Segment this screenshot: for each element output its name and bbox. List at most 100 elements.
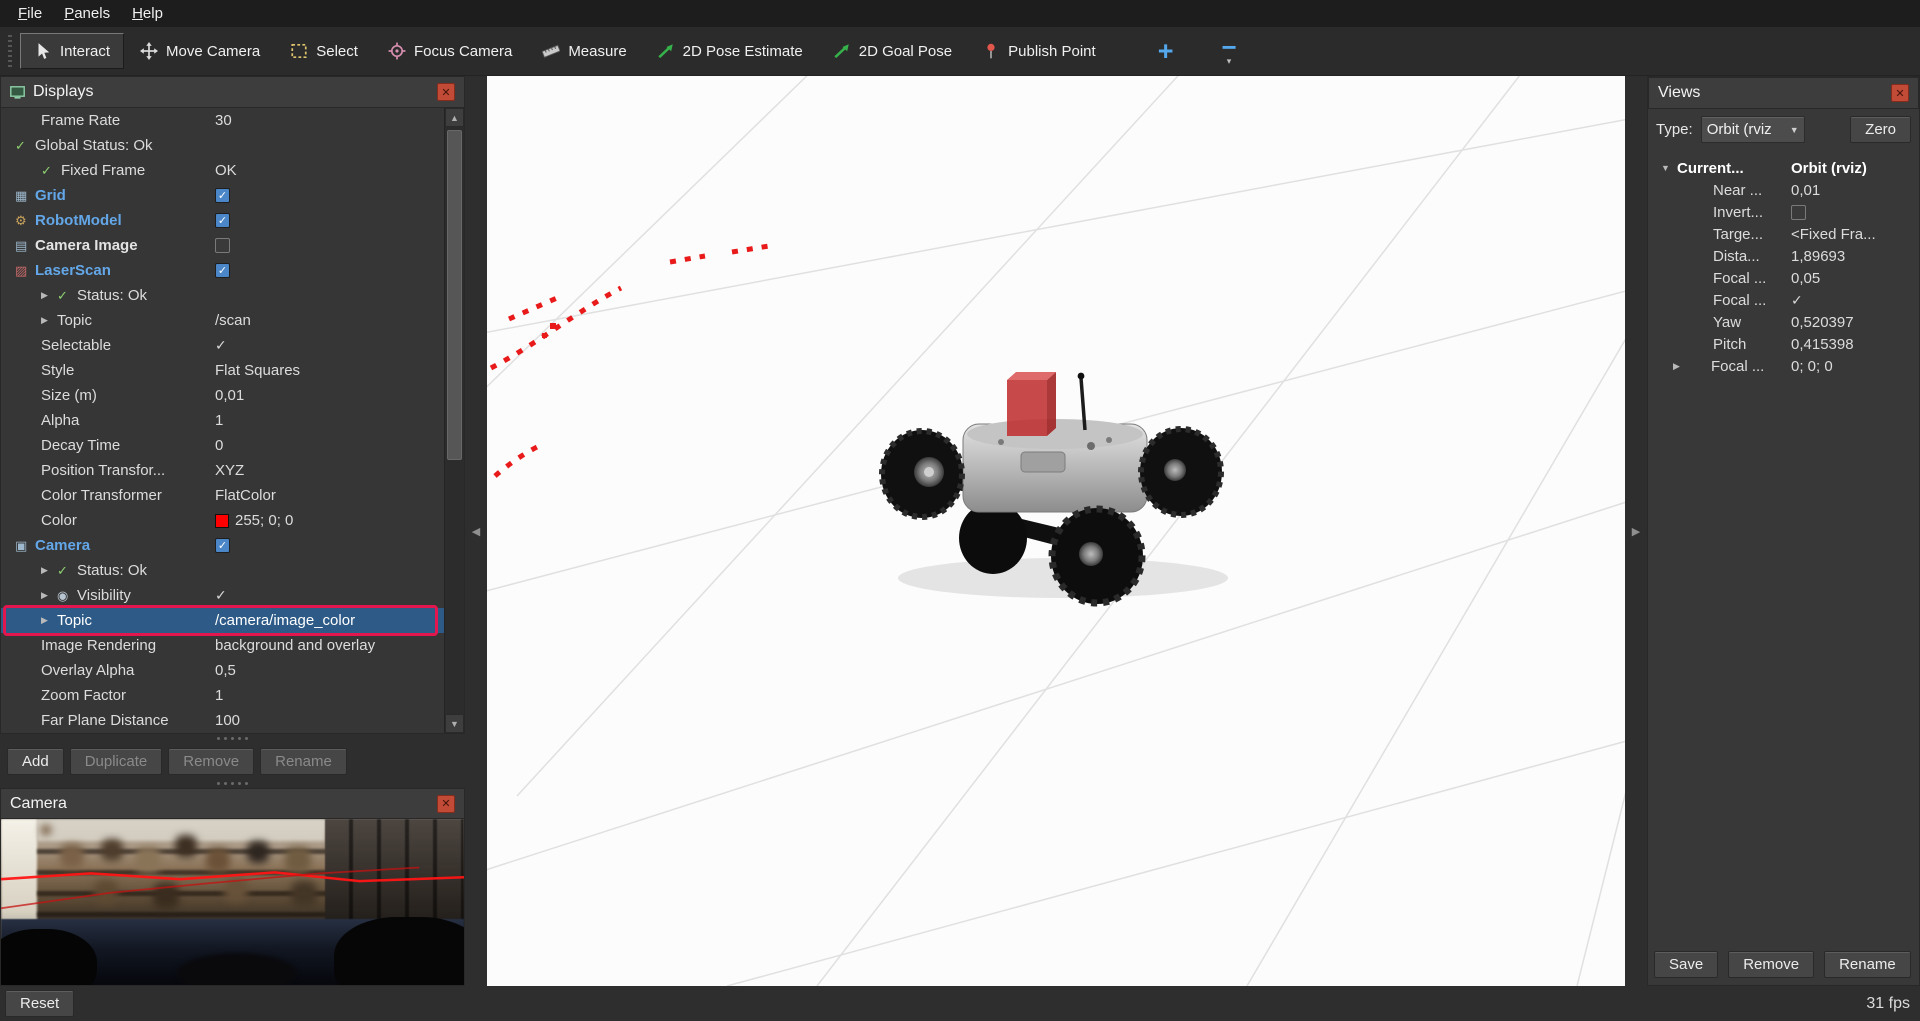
- property-value[interactable]: ✓: [215, 538, 230, 553]
- property-row-targe[interactable]: Targe...<Fixed Fra...: [1648, 223, 1919, 245]
- property-row-grid[interactable]: ▦Grid✓: [1, 183, 444, 208]
- checkbox-checked-icon[interactable]: ✓: [215, 263, 230, 278]
- property-value[interactable]: ✓: [215, 213, 230, 228]
- reset-button[interactable]: Reset: [5, 990, 74, 1017]
- remove-tool-button[interactable]: − ▾: [1205, 37, 1252, 65]
- property-value[interactable]: 0,01: [1791, 182, 1820, 199]
- property-row-selectable[interactable]: Selectable✓: [1, 333, 444, 358]
- property-row-zoom-factor[interactable]: Zoom Factor1: [1, 683, 444, 708]
- rename-button[interactable]: Rename: [260, 748, 347, 775]
- property-value[interactable]: 255; 0; 0: [215, 512, 293, 529]
- add-tool-button[interactable]: +: [1142, 33, 1190, 69]
- property-value[interactable]: 1,89693: [1791, 248, 1845, 265]
- property-row-far-plane-distance[interactable]: Far Plane Distance100: [1, 708, 444, 733]
- property-row-topic[interactable]: ▶Topic/scan: [1, 308, 444, 333]
- property-value[interactable]: ✓: [215, 587, 227, 604]
- property-value[interactable]: 1: [215, 687, 223, 704]
- property-row-focal[interactable]: Focal ...0,05: [1648, 267, 1919, 289]
- save-button[interactable]: Save: [1654, 951, 1718, 978]
- property-row-topic[interactable]: ▶Topic/camera/image_color: [1, 608, 444, 633]
- property-value[interactable]: ✓: [1791, 292, 1803, 309]
- checkmark-icon[interactable]: ✓: [1791, 292, 1803, 309]
- property-row-alpha[interactable]: Alpha1: [1, 408, 444, 433]
- close-camera-panel-button[interactable]: ✕: [437, 795, 455, 813]
- property-row-near[interactable]: Near ...0,01: [1648, 179, 1919, 201]
- collapse-right-arrow-icon[interactable]: ▶: [1632, 525, 1640, 538]
- property-value[interactable]: [1791, 205, 1806, 220]
- property-value[interactable]: 0,520397: [1791, 314, 1854, 331]
- property-value[interactable]: ✓: [215, 188, 230, 203]
- property-row-dista[interactable]: Dista...1,89693: [1648, 245, 1919, 267]
- checkbox-checked-icon[interactable]: ✓: [215, 213, 230, 228]
- checkbox-checked-icon[interactable]: ✓: [215, 538, 230, 553]
- checkbox-unchecked-icon[interactable]: [215, 238, 230, 253]
- property-value[interactable]: /scan: [215, 312, 251, 329]
- remove-button[interactable]: Remove: [168, 748, 254, 775]
- property-value[interactable]: 0,05: [1791, 270, 1820, 287]
- property-value[interactable]: [215, 238, 230, 253]
- property-row-invert[interactable]: Invert...: [1648, 201, 1919, 223]
- displays-tree-scrollbar[interactable]: ▲ ▼: [444, 108, 464, 733]
- collapse-left-arrow-icon[interactable]: ◀: [472, 525, 480, 538]
- property-value[interactable]: Orbit (rviz): [1791, 160, 1867, 177]
- property-row-color-transformer[interactable]: Color TransformerFlatColor: [1, 483, 444, 508]
- property-row-color[interactable]: Color255; 0; 0: [1, 508, 444, 533]
- menu-panels[interactable]: Panels: [54, 2, 120, 25]
- property-value[interactable]: 0; 0; 0: [1791, 358, 1833, 375]
- tool-interact-button[interactable]: Interact: [20, 33, 124, 69]
- property-value[interactable]: ✓: [215, 263, 230, 278]
- property-value[interactable]: 100: [215, 712, 240, 729]
- property-value[interactable]: 1: [215, 412, 223, 429]
- property-value[interactable]: 30: [215, 112, 232, 129]
- property-row-camera[interactable]: ▣Camera✓: [1, 533, 444, 558]
- zero-button[interactable]: Zero: [1850, 116, 1911, 143]
- property-row-camera-image[interactable]: ▤Camera Image: [1, 233, 444, 258]
- property-row-focal[interactable]: Focal ...✓: [1648, 289, 1919, 311]
- property-value[interactable]: 0,415398: [1791, 336, 1854, 353]
- property-row-laserscan[interactable]: ▨LaserScan✓: [1, 258, 444, 283]
- property-row-position-transfor[interactable]: Position Transfor...XYZ: [1, 458, 444, 483]
- view-type-dropdown[interactable]: Orbit (rviz ▼: [1701, 116, 1805, 143]
- property-row-style[interactable]: StyleFlat Squares: [1, 358, 444, 383]
- property-row-frame-rate[interactable]: Frame Rate30: [1, 108, 444, 133]
- menu-file[interactable]: File: [8, 2, 52, 25]
- property-row-image-rendering[interactable]: Image Renderingbackground and overlay: [1, 633, 444, 658]
- collapse-arrow-icon[interactable]: ▼: [1661, 163, 1677, 173]
- tool-measure-button[interactable]: Measure: [528, 33, 640, 69]
- rename-button[interactable]: Rename: [1824, 951, 1911, 978]
- scroll-up-arrow-icon[interactable]: ▲: [445, 108, 464, 127]
- property-row-fixed-frame[interactable]: ✓Fixed FrameOK: [1, 158, 444, 183]
- property-value[interactable]: ✓: [215, 337, 227, 354]
- property-row-size-m[interactable]: Size (m)0,01: [1, 383, 444, 408]
- expand-arrow-icon[interactable]: ▶: [41, 315, 57, 326]
- property-value[interactable]: background and overlay: [215, 637, 375, 654]
- menu-help[interactable]: Help: [122, 2, 173, 25]
- close-views-panel-button[interactable]: ✕: [1891, 84, 1909, 102]
- property-row-global-status-ok[interactable]: ✓Global Status: Ok: [1, 133, 444, 158]
- tool-2d-goal-pose-button[interactable]: 2D Goal Pose: [819, 33, 966, 69]
- checkmark-icon[interactable]: ✓: [215, 587, 227, 604]
- right-splitter[interactable]: ▶: [1625, 76, 1647, 986]
- color-swatch[interactable]: [215, 514, 229, 528]
- checkbox-unchecked-icon[interactable]: [1791, 205, 1806, 220]
- tool-focus-camera-button[interactable]: Focus Camera: [374, 33, 526, 69]
- scroll-down-arrow-icon[interactable]: ▼: [445, 714, 464, 733]
- property-row-yaw[interactable]: Yaw0,520397: [1648, 311, 1919, 333]
- checkmark-icon[interactable]: ✓: [215, 337, 227, 354]
- expand-arrow-icon[interactable]: ▶: [1673, 361, 1689, 372]
- property-row-status-ok[interactable]: ▶✓Status: Ok: [1, 283, 444, 308]
- panel-resize-handle[interactable]: [0, 734, 465, 743]
- property-row-visibility[interactable]: ▶◉Visibility✓: [1, 583, 444, 608]
- property-value[interactable]: Flat Squares: [215, 362, 300, 379]
- property-value[interactable]: /camera/image_color: [215, 612, 355, 629]
- expand-arrow-icon[interactable]: ▶: [41, 565, 57, 576]
- property-value[interactable]: <Fixed Fra...: [1791, 226, 1876, 243]
- tool-select-button[interactable]: Select: [276, 33, 372, 69]
- render-viewport-3d[interactable]: [487, 76, 1625, 986]
- remove-button[interactable]: Remove: [1728, 951, 1814, 978]
- expand-arrow-icon[interactable]: ▶: [41, 590, 57, 601]
- left-splitter[interactable]: ◀: [465, 76, 487, 986]
- property-row-current[interactable]: ▼Current...Orbit (rviz): [1648, 157, 1919, 179]
- property-row-status-ok[interactable]: ▶✓Status: Ok: [1, 558, 444, 583]
- property-row-overlay-alpha[interactable]: Overlay Alpha0,5: [1, 658, 444, 683]
